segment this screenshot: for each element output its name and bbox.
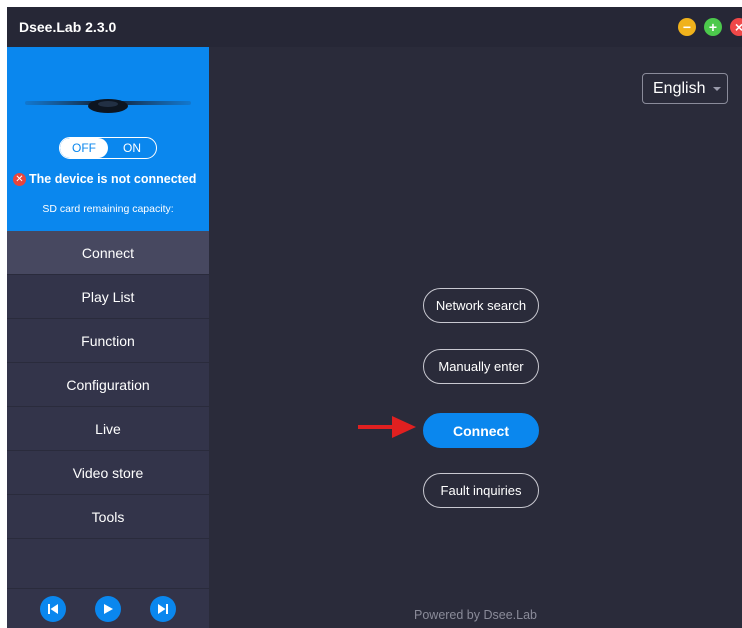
sidebar-item-function[interactable]: Function: [7, 319, 209, 363]
sidebar: OFF ON ✕ The device is not connected SD …: [7, 47, 209, 628]
next-button[interactable]: [150, 595, 177, 622]
language-select[interactable]: English: [642, 73, 728, 104]
close-button[interactable]: ×: [730, 18, 742, 36]
sd-capacity-label: SD card remaining capacity:: [42, 203, 174, 215]
maximize-icon: +: [708, 19, 718, 35]
fault-inquiries-button[interactable]: Fault inquiries: [423, 473, 539, 508]
toggle-off-option[interactable]: OFF: [60, 138, 108, 158]
maximize-button[interactable]: +: [704, 18, 722, 36]
network-search-button[interactable]: Network search: [423, 288, 539, 323]
sidebar-item-live[interactable]: Live: [7, 407, 209, 451]
media-controls: [7, 588, 209, 628]
sidebar-item-tools[interactable]: Tools: [7, 495, 209, 539]
sidebar-item-video-store[interactable]: Video store: [7, 451, 209, 495]
chevron-down-icon: [713, 87, 721, 91]
sidebar-item-play-list[interactable]: Play List: [7, 275, 209, 319]
device-panel: OFF ON ✕ The device is not connected SD …: [7, 47, 209, 231]
app-title: Dsee.Lab 2.3.0: [19, 19, 117, 35]
minimize-icon: −: [682, 19, 692, 35]
window-controls: − + ×: [678, 18, 742, 36]
error-icon: ✕: [13, 172, 26, 186]
toggle-on-option[interactable]: ON: [108, 138, 156, 158]
manually-enter-button[interactable]: Manually enter: [423, 349, 539, 384]
sidebar-item-connect[interactable]: Connect: [7, 231, 209, 275]
connect-button[interactable]: Connect: [423, 413, 539, 448]
skip-next-icon: [158, 603, 169, 614]
previous-button[interactable]: [39, 595, 66, 622]
powered-by-footer: Powered by Dsee.Lab: [414, 608, 537, 622]
play-button[interactable]: [94, 595, 121, 622]
annotation-arrow-icon: [358, 416, 416, 438]
app-window: Dsee.Lab 2.3.0 − + × OFF ON ✕ The device…: [7, 7, 742, 628]
minimize-button[interactable]: −: [678, 18, 696, 36]
close-icon: ×: [734, 19, 742, 35]
play-icon: [103, 603, 113, 614]
skip-previous-icon: [47, 603, 58, 614]
sidebar-item-configuration[interactable]: Configuration: [7, 363, 209, 407]
sidebar-nav: Connect Play List Function Configuration…: [7, 231, 209, 539]
hologram-fan-device-image: [25, 99, 191, 113]
title-bar: Dsee.Lab 2.3.0 − + ×: [7, 7, 742, 47]
connection-status: ✕ The device is not connected: [13, 172, 209, 186]
power-toggle[interactable]: OFF ON: [59, 137, 157, 159]
main-panel: English Network search Manually enter Co…: [209, 47, 742, 628]
connection-status-text: The device is not connected: [29, 172, 197, 186]
language-select-value: English: [653, 79, 706, 97]
